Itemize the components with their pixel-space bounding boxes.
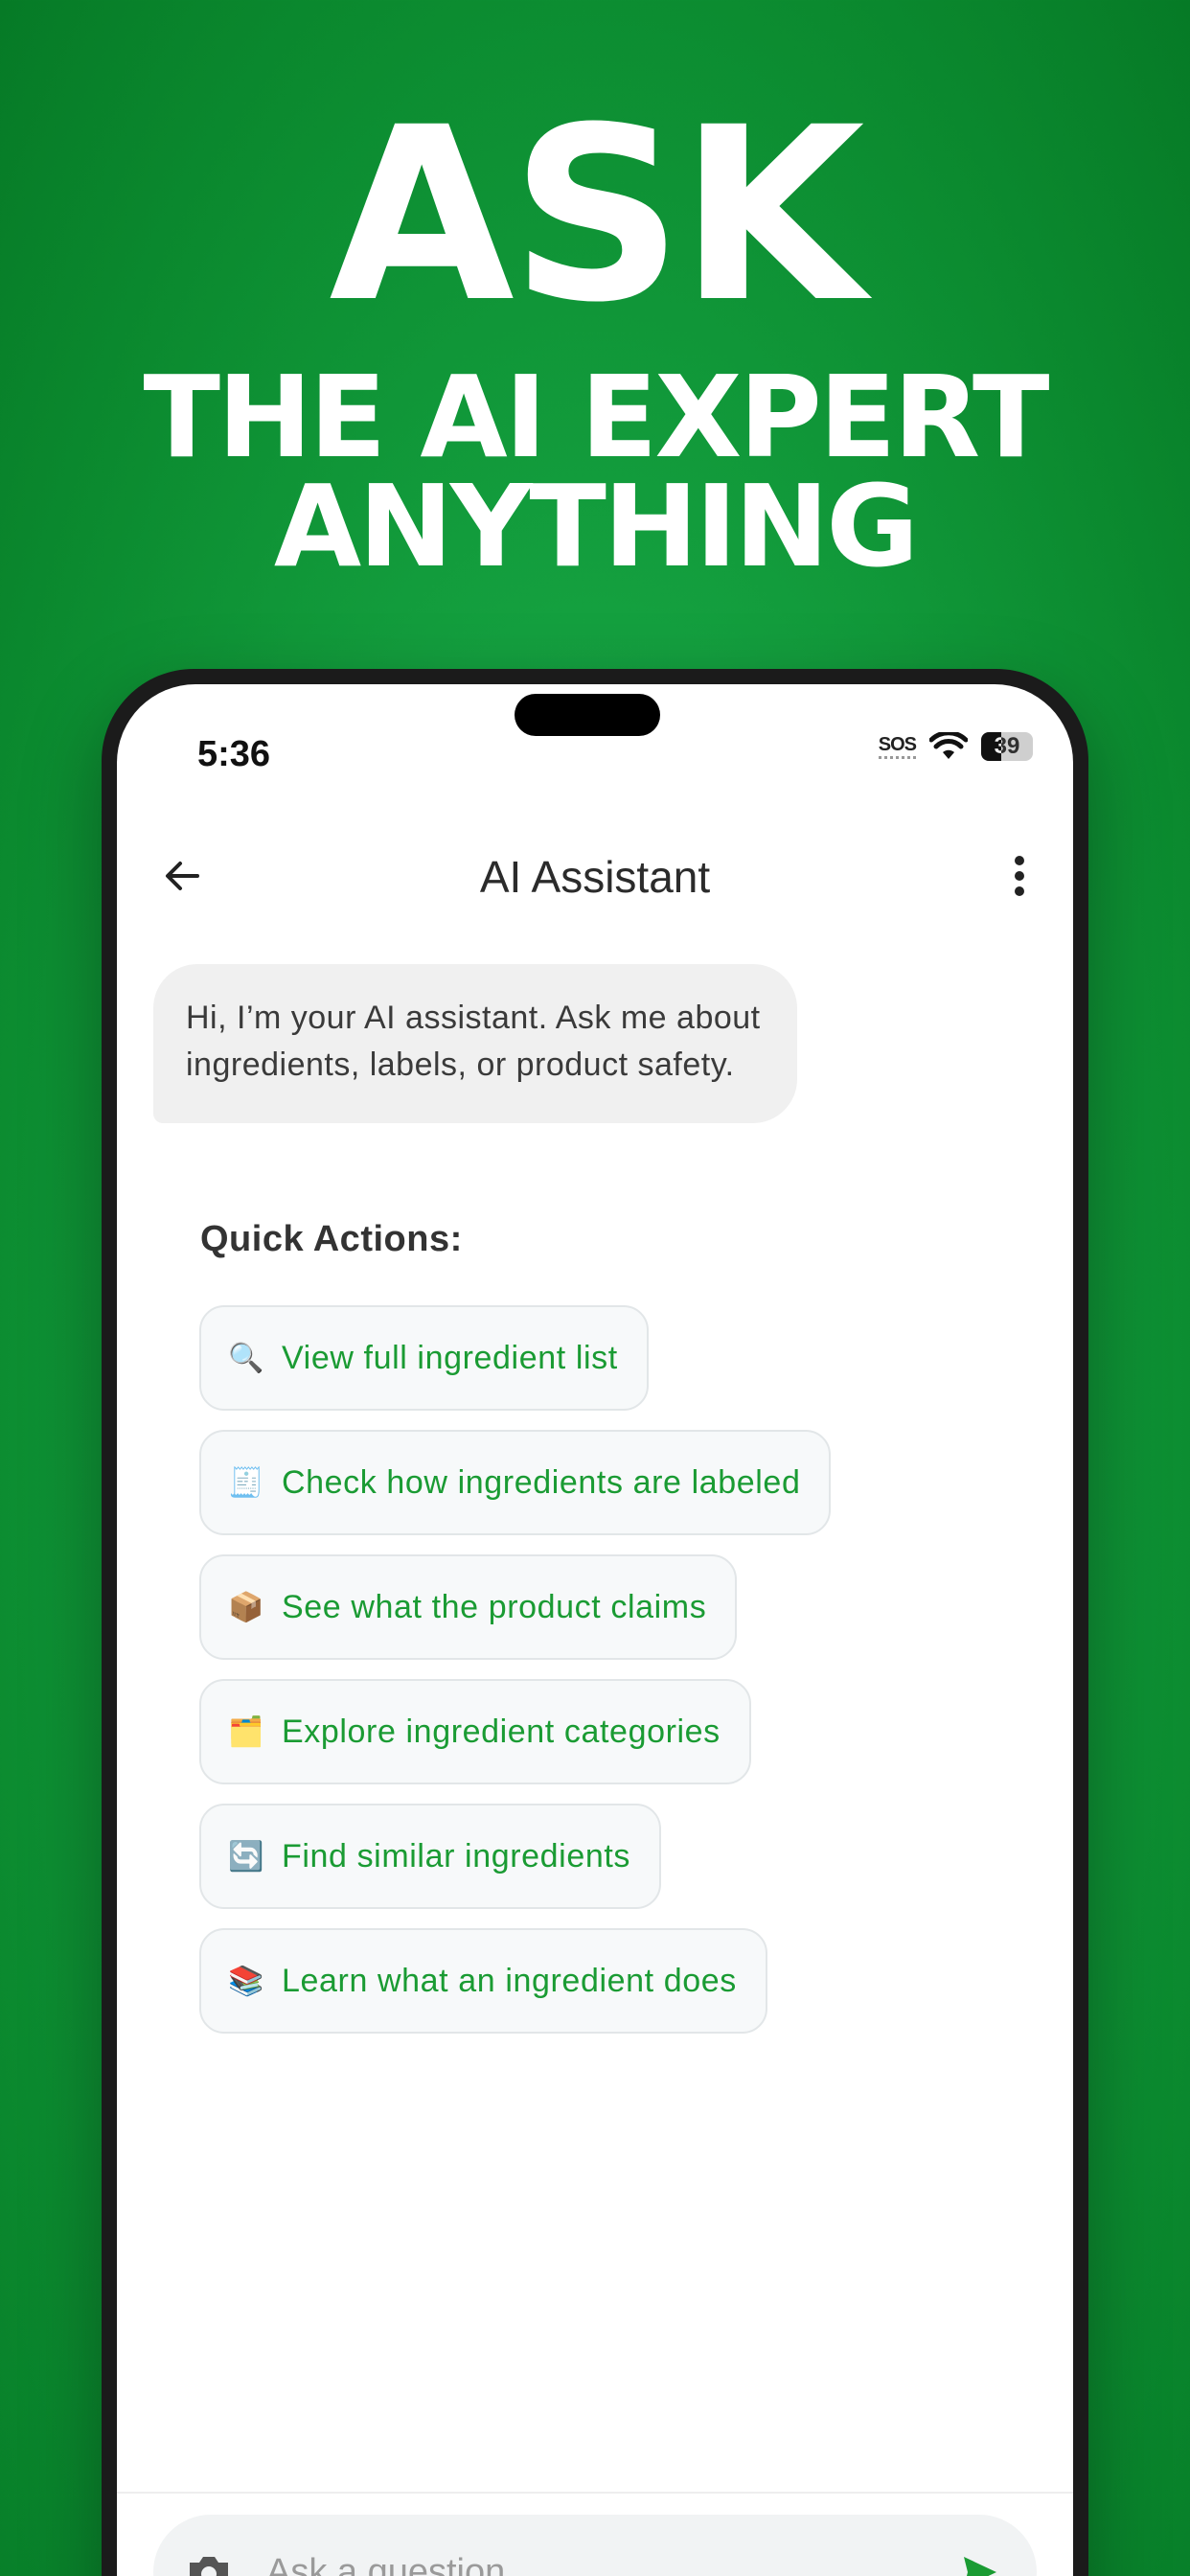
- quick-action-label: Explore ingredient categories: [282, 1713, 721, 1750]
- phone-frame: 5:36 SOS 39 AI Assistant Hi, I’m your AI…: [102, 669, 1088, 2576]
- quick-actions-title: Quick Actions:: [200, 1219, 463, 1259]
- quick-actions-list: 🔍 View full ingredient list 🧾 Check how …: [199, 1305, 832, 2034]
- quick-action-check-labeling[interactable]: 🧾 Check how ingredients are labeled: [199, 1430, 832, 1535]
- receipt-icon: 🧾: [228, 1466, 264, 1499]
- camera-icon[interactable]: [186, 2553, 232, 2576]
- assistant-message-bubble: Hi, I’m your AI assistant. Ask me about …: [153, 964, 797, 1123]
- quick-action-view-ingredient-list[interactable]: 🔍 View full ingredient list: [199, 1305, 649, 1411]
- quick-action-label: Check how ingredients are labeled: [282, 1463, 801, 1501]
- quick-action-label: Find similar ingredients: [282, 1837, 630, 1874]
- books-icon: 📚: [228, 1965, 264, 1997]
- dynamic-island: [515, 694, 660, 736]
- quick-action-product-claims[interactable]: 📦 See what the product claims: [199, 1554, 738, 1660]
- quick-action-label: See what the product claims: [282, 1588, 707, 1625]
- send-icon[interactable]: [958, 2551, 1000, 2576]
- promo-subheadline-line1: THE AI EXPERT: [143, 351, 1050, 483]
- package-icon: 📦: [228, 1591, 264, 1623]
- app-header: AI Assistant: [117, 828, 1073, 924]
- status-icons: SOS 39: [878, 732, 1033, 761]
- promo-subheadline-line2: ANYTHING: [273, 460, 919, 592]
- page-title: AI Assistant: [479, 852, 711, 902]
- input-divider: [117, 2492, 1073, 2494]
- more-vertical-icon[interactable]: [1010, 853, 1029, 899]
- quick-action-ingredient-categories[interactable]: 🗂️ Explore ingredient categories: [199, 1679, 751, 1784]
- magnifier-icon: 🔍: [228, 1342, 264, 1374]
- promo-headline: ASK: [329, 76, 864, 355]
- sos-indicator: SOS: [878, 735, 917, 759]
- quick-action-ingredient-function[interactable]: 📚 Learn what an ingredient does: [199, 1928, 767, 2034]
- battery-level: 39: [994, 733, 1020, 759]
- promo-subheadline: THE AI EXPERT ANYTHING: [0, 351, 1190, 592]
- wifi-icon: [929, 732, 968, 759]
- quick-action-similar-ingredients[interactable]: 🔄 Find similar ingredients: [199, 1804, 661, 1909]
- refresh-icon: 🔄: [228, 1840, 264, 1873]
- status-time: 5:36: [197, 734, 271, 774]
- battery-icon: 39: [981, 732, 1033, 761]
- folder-icon: 🗂️: [228, 1715, 264, 1748]
- message-input[interactable]: [266, 2515, 880, 2576]
- quick-action-label: View full ingredient list: [282, 1339, 618, 1376]
- message-input-bar: [153, 2515, 1037, 2576]
- phone-screen: 5:36 SOS 39 AI Assistant Hi, I’m your AI…: [117, 684, 1073, 2576]
- quick-action-label: Learn what an ingredient does: [282, 1962, 737, 1999]
